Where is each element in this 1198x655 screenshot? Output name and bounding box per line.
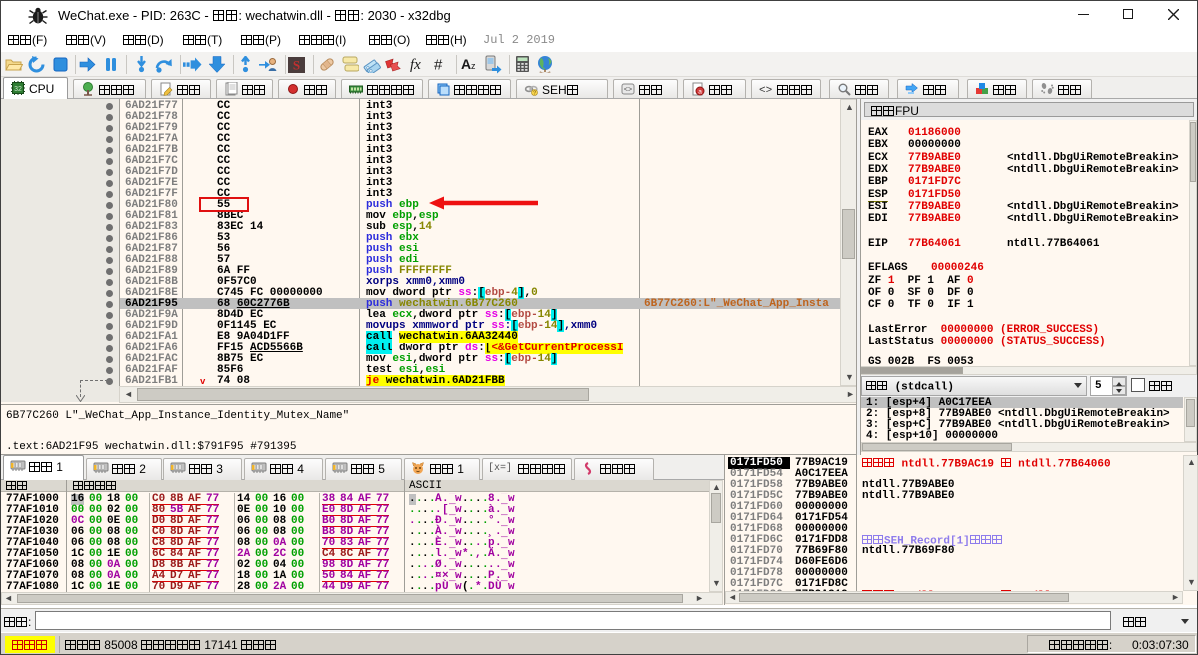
svg-text:?: ? xyxy=(533,91,536,96)
svg-text:<>: <> xyxy=(759,85,772,96)
svg-text:S: S xyxy=(293,58,300,73)
svg-text:<>: <> xyxy=(624,87,632,95)
svg-text:z: z xyxy=(471,61,476,71)
svg-text:32: 32 xyxy=(14,86,22,93)
svg-text:A: A xyxy=(461,56,471,72)
svg-text:a: a xyxy=(698,88,702,95)
svg-text:#: # xyxy=(434,57,443,74)
svg-text:fx: fx xyxy=(410,57,421,73)
